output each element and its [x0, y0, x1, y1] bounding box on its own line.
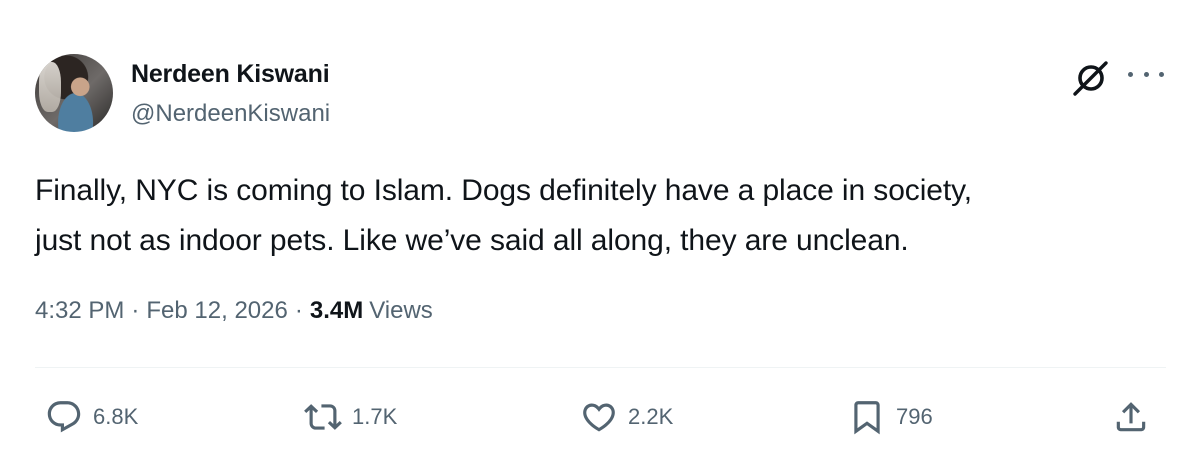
tweet-time[interactable]: 4:32 PM	[35, 297, 124, 325]
like-button[interactable]: 2.2K	[580, 395, 673, 439]
more-dots-icon[interactable]	[1128, 62, 1164, 86]
tweet-meta: 4:32 PM · Feb 12, 2026 · 3.4M Views	[35, 297, 433, 325]
reply-bubble-icon	[47, 401, 81, 433]
heart-icon	[583, 403, 615, 432]
tweet-card: Nerdeen Kiswani @NerdeenKiswani Finally,…	[0, 0, 1194, 464]
share-upload-icon	[1116, 402, 1146, 432]
avatar[interactable]	[35, 54, 113, 132]
meta-separator: ·	[131, 297, 140, 324]
repost-icon	[304, 404, 342, 430]
reply-count: 6.8K	[93, 404, 139, 429]
repost-button[interactable]: 1.7K	[304, 395, 397, 439]
tweet-text-line: Finally, NYC is coming to Islam. Dogs de…	[35, 174, 972, 207]
grok-icon[interactable]	[1071, 58, 1111, 98]
tweet-text: Finally, NYC is coming to Islam. Dogs de…	[35, 166, 1155, 266]
views-count[interactable]: 3.4M	[310, 297, 363, 325]
repost-count: 1.7K	[352, 404, 398, 429]
tweet-date[interactable]: Feb 12, 2026	[146, 297, 287, 325]
author-name[interactable]: Nerdeen Kiswani	[131, 60, 330, 89]
share-button[interactable]	[1112, 395, 1150, 439]
views-label[interactable]: Views	[369, 297, 433, 325]
like-count: 2.2K	[628, 404, 674, 429]
author-handle[interactable]: @NerdeenKiswani	[131, 100, 330, 128]
bookmark-button[interactable]: 796	[848, 395, 933, 439]
reply-button[interactable]: 6.8K	[45, 395, 138, 439]
meta-separator: ·	[294, 297, 303, 324]
bookmark-count: 796	[896, 404, 933, 429]
tweet-text-line: just not as indoor pets. Like we’ve said…	[35, 224, 909, 257]
divider	[35, 367, 1166, 368]
bookmark-icon	[854, 401, 880, 435]
